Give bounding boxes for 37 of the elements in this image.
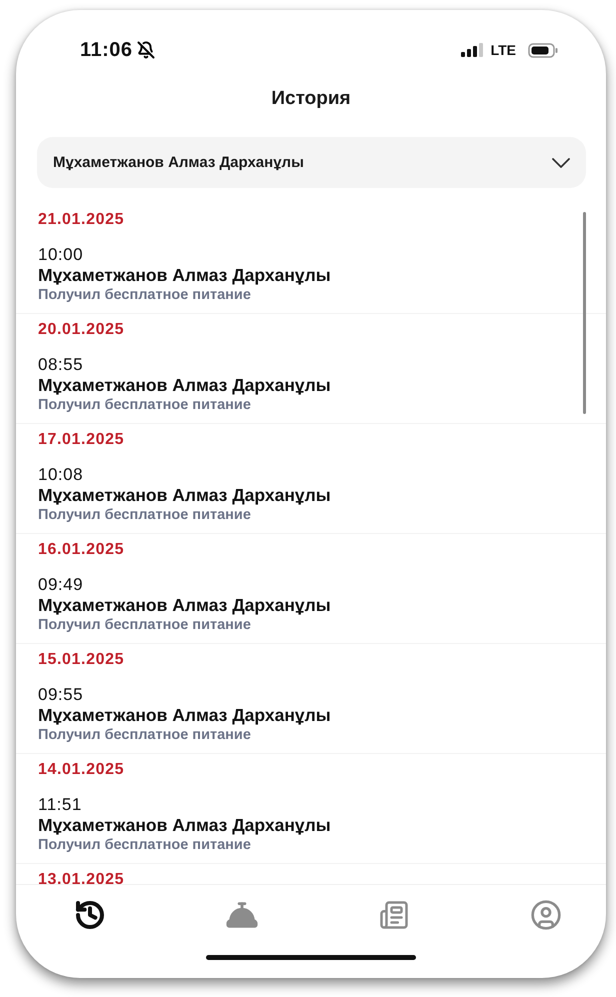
entry-description: Получил бесплатное питание [38, 726, 252, 745]
history-icon [74, 899, 106, 931]
page-title: История [271, 88, 351, 110]
date-heading: 16.01.2025 [38, 540, 126, 560]
profile-icon [530, 899, 562, 931]
battery-icon [528, 42, 558, 58]
status-time: 11:06 [80, 38, 133, 62]
entry-description: Получил бесплатное питание [38, 396, 252, 415]
entry-name: Мұхаметжанов Алмаз Дарханұлы [38, 265, 332, 285]
news-icon [379, 900, 409, 930]
signal-icon [460, 43, 483, 57]
entry-name: Мұхаметжанов Алмаз Дарханұлы [38, 375, 332, 395]
date-heading: 13.01.2025 [38, 870, 126, 884]
date-heading: 15.01.2025 [38, 650, 126, 670]
date-heading: 21.01.2025 [38, 210, 126, 230]
student-dropdown[interactable]: Мұхаметжанов Алмаз Дарханұлы [37, 137, 586, 188]
chevron-down-icon [552, 158, 570, 168]
silent-icon [136, 41, 155, 59]
entry-time: 10:00 [38, 245, 84, 265]
entry-name: Мұхаметжанов Алмаз Дарханұлы [38, 705, 332, 725]
entry-name: Мұхаметжанов Алмаз Дарханұлы [38, 815, 332, 835]
entry-time: 09:55 [38, 685, 84, 705]
entry-name: Мұхаметжанов Алмаз Дарханұлы [38, 595, 332, 615]
entry-time: 11:51 [38, 795, 83, 815]
date-heading: 20.01.2025 [38, 320, 126, 340]
date-heading: 17.01.2025 [38, 430, 126, 450]
entry-time: 08:55 [38, 355, 84, 375]
entry-time: 10:08 [38, 465, 84, 485]
entry-name: Мұхаметжанов Алмаз Дарханұлы [38, 485, 332, 505]
date-heading: 14.01.2025 [38, 760, 126, 780]
entry-description: Получил бесплатное питание [38, 836, 252, 855]
scrollbar[interactable] [583, 212, 586, 414]
entry-description: Получил бесплатное питание [38, 506, 252, 525]
entry-description: Получил бесплатное питание [38, 616, 252, 635]
entry-description: Получил бесплатное питание [38, 286, 252, 305]
network-label: LTE [490, 42, 516, 58]
entry-time: 09:49 [38, 575, 84, 595]
